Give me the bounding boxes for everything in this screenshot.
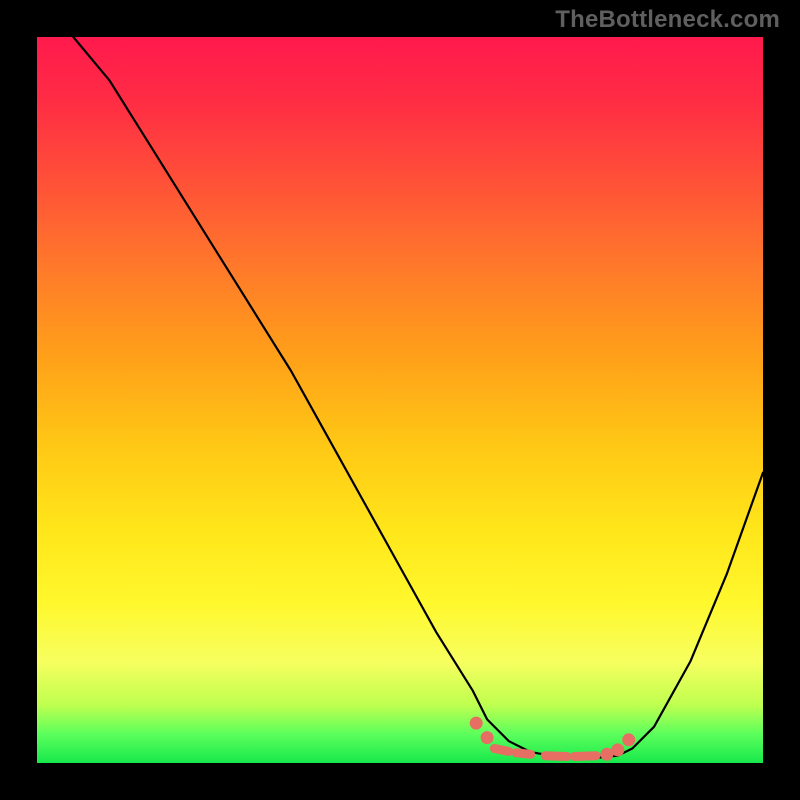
- chart-frame: TheBottleneck.com: [0, 0, 800, 800]
- marker-dot: [601, 748, 613, 760]
- marker-dot: [623, 734, 635, 746]
- marker-dash: [574, 756, 596, 757]
- marker-dot: [481, 732, 493, 744]
- bottleneck-curve: [73, 37, 763, 759]
- marker-dash: [494, 749, 509, 752]
- marker-dot: [470, 717, 482, 729]
- curve-svg: [37, 37, 763, 763]
- marker-dash: [545, 756, 567, 757]
- highlight-markers: [470, 717, 635, 760]
- watermark-text: TheBottleneck.com: [555, 6, 780, 34]
- marker-dash: [516, 753, 531, 755]
- marker-dot: [612, 744, 624, 756]
- plot-area: [37, 37, 763, 763]
